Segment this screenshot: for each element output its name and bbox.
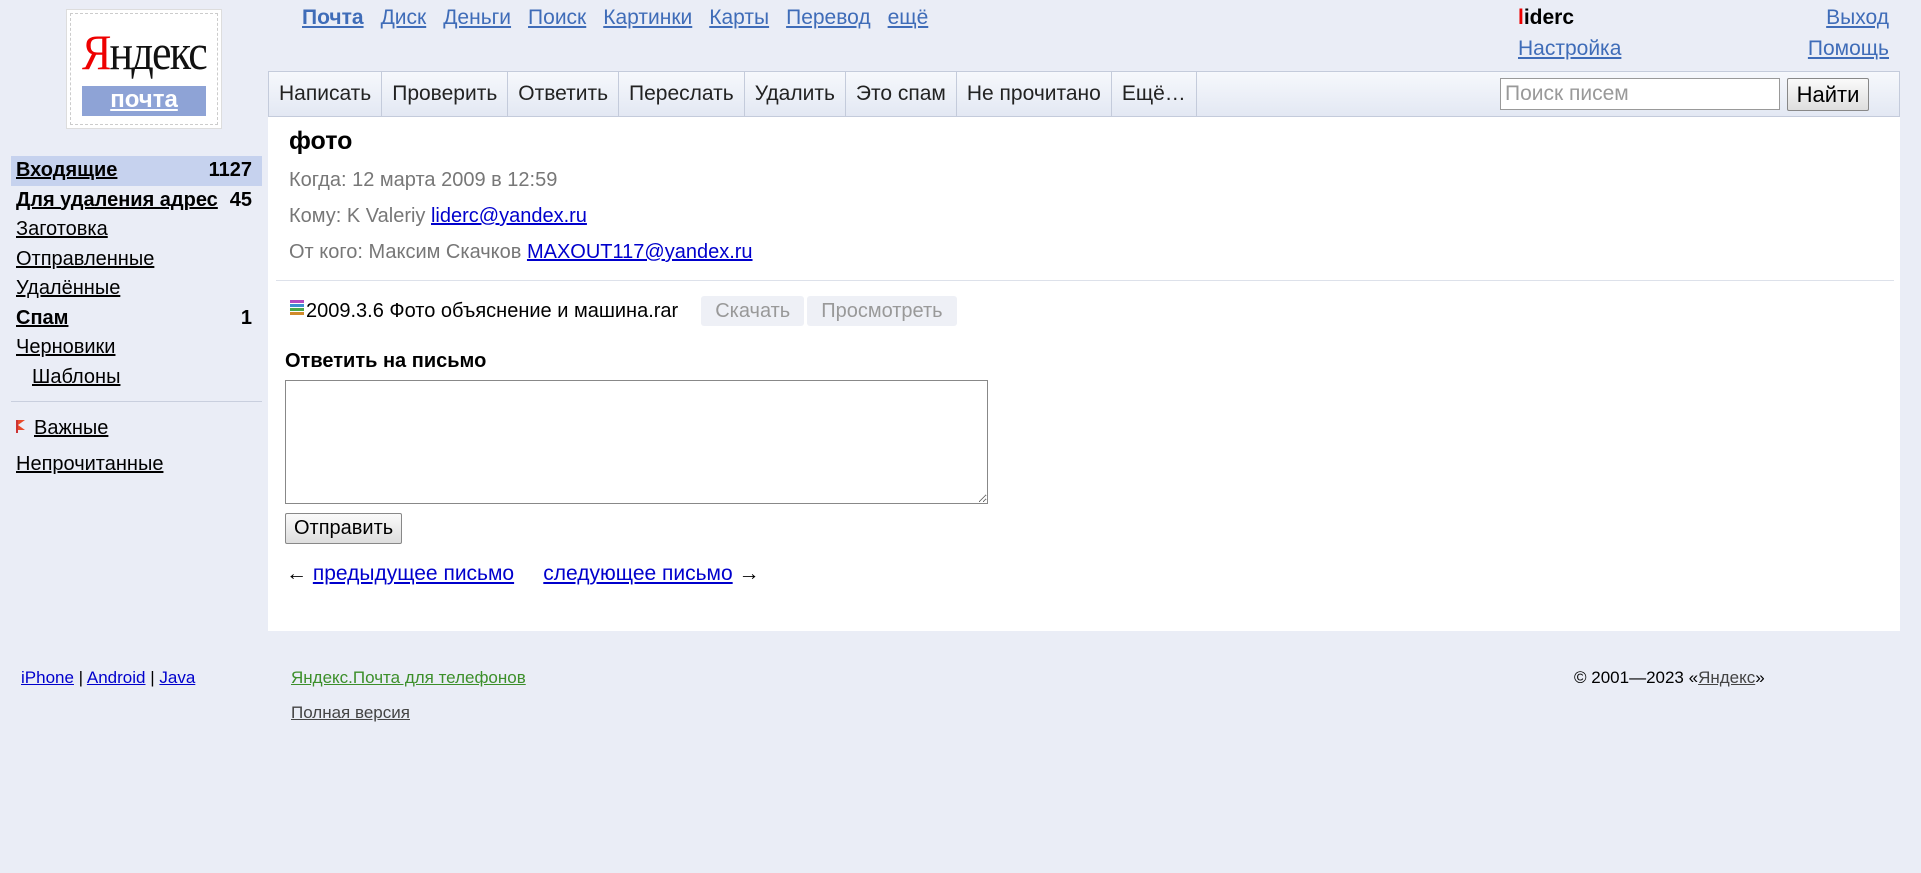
next-message-link[interactable]: следующее письмо [543, 562, 732, 585]
services-nav: Почта Диск Деньги Поиск Картинки Карты Перевод… [302, 6, 945, 30]
iphone-link[interactable]: iPhone [21, 668, 74, 687]
from-email-link[interactable]: MAXOUT117@yandex.ru [527, 241, 753, 263]
folder-spam[interactable]: Спам 1 [11, 303, 262, 334]
folder-label: Шаблоны [32, 365, 121, 388]
folder-deleted[interactable]: Удалённые [11, 274, 262, 304]
message-date: Когда: 12 марта 2009 в 12:59 [289, 169, 558, 191]
message-to: Кому: K Valeriy liderc@yandex.ru [289, 205, 587, 227]
yandex-link[interactable]: Яндекс [1698, 668, 1755, 687]
folder-divider [11, 401, 262, 402]
right-arrow-icon: → [738, 562, 760, 585]
folder-label: Удалённые [16, 277, 121, 299]
folder-to-delete[interactable]: Для удаления адрес 45 [11, 185, 262, 216]
check-mail-button[interactable]: Проверить [382, 72, 509, 116]
preview-button[interactable]: Просмотреть [807, 296, 957, 326]
delete-button[interactable]: Удалить [745, 72, 846, 116]
nav-maps[interactable]: Карты [709, 6, 769, 29]
folder-count: 1127 [202, 156, 252, 185]
folder-label: Заготовка [16, 218, 108, 240]
folder-sent[interactable]: Отправленные [11, 245, 262, 275]
search-button[interactable]: Найти [1787, 78, 1869, 111]
message-pager: ← предыдущее письмо следующее письмо → [286, 562, 760, 586]
nav-images[interactable]: Картинки [603, 6, 692, 29]
rar-archive-icon [290, 300, 304, 316]
label-unread[interactable]: Непрочитанные [16, 453, 163, 476]
folder-drafts-template[interactable]: Заготовка [11, 215, 262, 245]
yandex-mail-logo[interactable]: Яндекс почта [70, 13, 218, 125]
message-from: От кого: Максим Скачков MAXOUT117@yandex… [289, 241, 753, 263]
folder-list: Входящие 1127 Для удаления адрес 45 Заго… [11, 156, 262, 392]
logout-link[interactable]: Выход [1826, 6, 1889, 30]
username[interactable]: liderc [1518, 6, 1574, 30]
more-actions-button[interactable]: Ещё… [1112, 72, 1197, 116]
mobile-apps: iPhone | Android | Java [21, 668, 196, 687]
reply-button[interactable]: Ответить [508, 72, 620, 116]
mark-unread-button[interactable]: Не прочитано [957, 72, 1112, 116]
java-link[interactable]: Java [159, 668, 195, 687]
mail-search-input[interactable] [1500, 78, 1780, 110]
send-button[interactable]: Отправить [285, 513, 403, 544]
nav-disk[interactable]: Диск [381, 6, 427, 29]
flag-icon [16, 420, 28, 433]
reply-textarea[interactable] [285, 380, 988, 504]
nav-mail[interactable]: Почта [302, 6, 364, 29]
settings-link[interactable]: Настройка [1518, 37, 1621, 61]
folder-label: Входящие [16, 159, 118, 181]
prev-message-link[interactable]: предыдущее письмо [313, 562, 514, 585]
folder-count: 1 [234, 303, 252, 333]
folder-count: 45 [223, 185, 252, 215]
message-subject: фото [289, 127, 353, 155]
folder-inbox[interactable]: Входящие 1127 [11, 156, 262, 186]
logo-mail-label[interactable]: почта [82, 86, 206, 116]
help-link[interactable]: Помощь [1808, 37, 1889, 61]
header-divider [276, 280, 1894, 281]
nav-money[interactable]: Деньги [443, 6, 511, 29]
label-important[interactable]: Важные [16, 417, 108, 440]
reply-title: Ответить на письмо [285, 350, 487, 372]
nav-translate[interactable]: Перевод [786, 6, 871, 29]
logo-wordmark: Яндекс [81, 24, 208, 80]
message-view: фото Когда: 12 марта 2009 в 12:59 Кому: … [268, 117, 1900, 631]
to-email-link[interactable]: liderc@yandex.ru [431, 205, 587, 227]
mobile-mail-link[interactable]: Яндекс.Почта для телефонов [291, 668, 526, 688]
mail-toolbar: Написать Проверить Ответить Переслать Уд… [268, 71, 1900, 117]
folder-label: Черновики [16, 336, 116, 358]
copyright: © 2001—2023 «Яндекс» [1574, 668, 1765, 687]
folder-label: Для удаления адрес [16, 188, 218, 211]
full-version-link[interactable]: Полная версия [291, 703, 410, 723]
attachment-row: 2009.3.6 Фото объяснение и машина.rar Ск… [290, 295, 957, 327]
spam-button[interactable]: Это спам [846, 72, 957, 116]
folder-label: Спам [16, 306, 69, 329]
nav-more[interactable]: ещё [888, 6, 929, 29]
android-link[interactable]: Android [87, 668, 146, 687]
left-arrow-icon: ← [286, 562, 307, 585]
folder-templates[interactable]: Шаблоны [11, 363, 262, 393]
compose-button[interactable]: Написать [269, 72, 383, 116]
attachment-name[interactable]: 2009.3.6 Фото объяснение и машина.rar [306, 300, 678, 323]
nav-search[interactable]: Поиск [528, 6, 586, 29]
forward-button[interactable]: Переслать [619, 72, 745, 116]
download-button[interactable]: Скачать [701, 296, 805, 326]
folder-drafts[interactable]: Черновики [11, 333, 262, 363]
folder-label: Отправленные [16, 247, 155, 270]
